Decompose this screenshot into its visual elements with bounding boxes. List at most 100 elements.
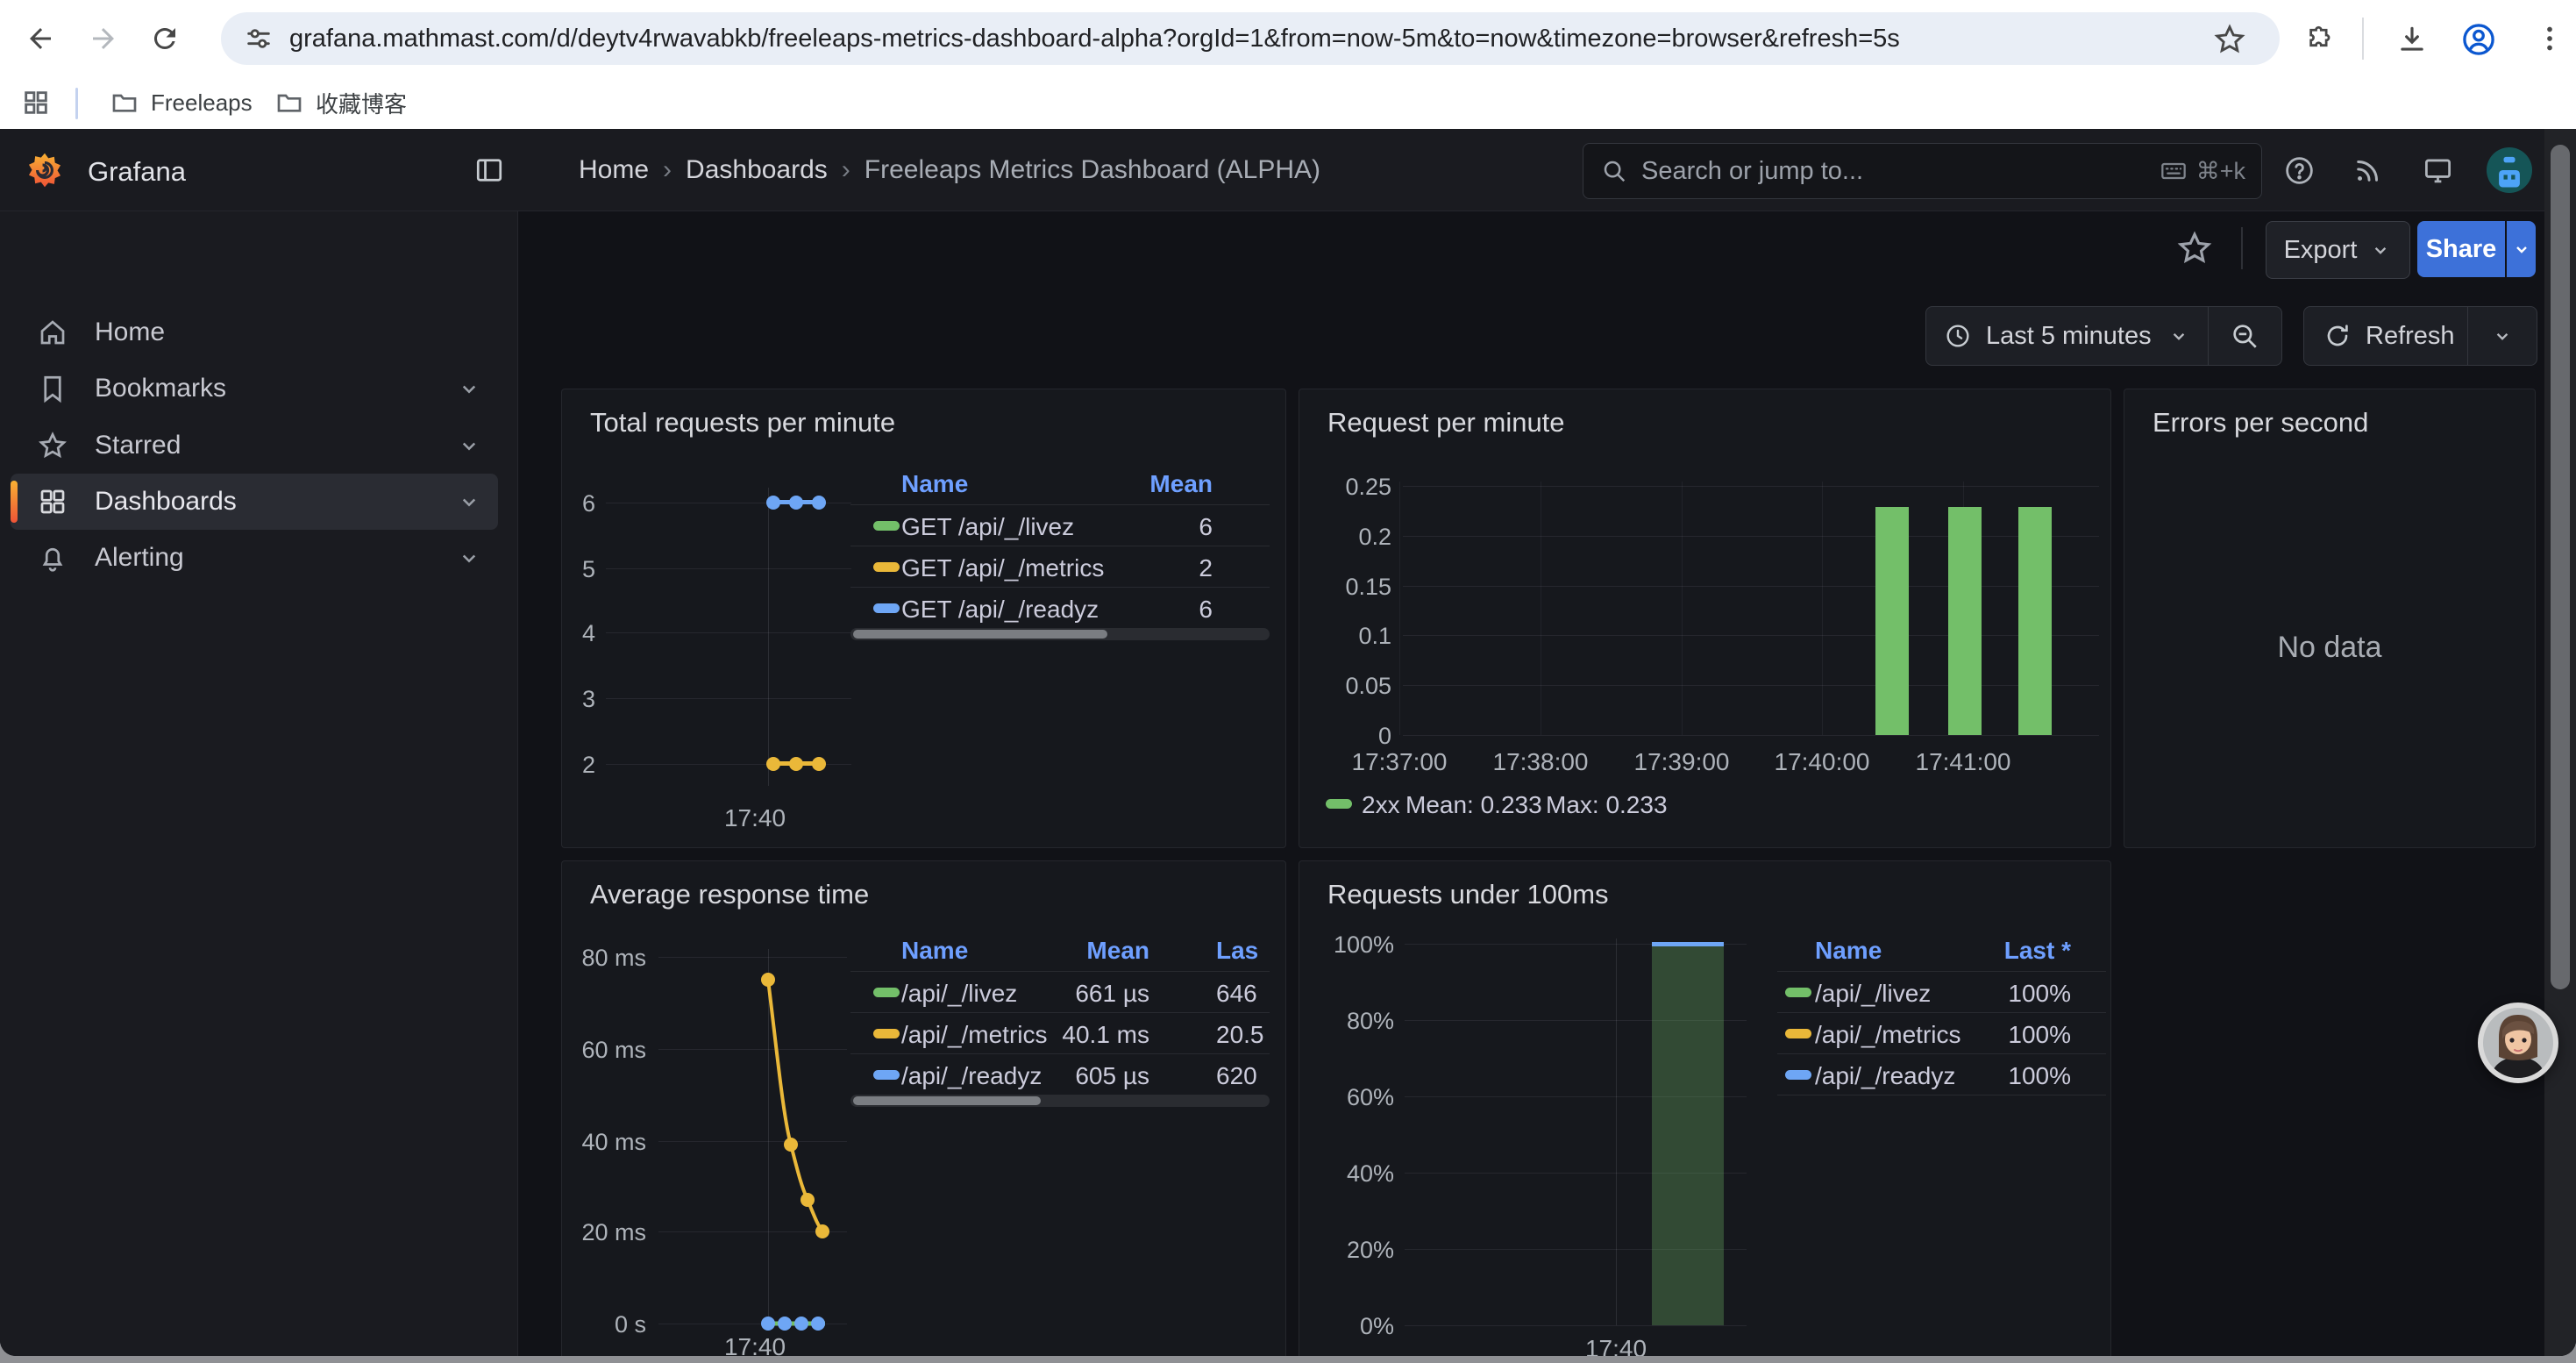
mega-menu-toggle[interactable] — [473, 154, 505, 186]
panel-left-icon — [473, 154, 505, 186]
zoom-out-button[interactable] — [2209, 321, 2281, 351]
sidebar-item-alerting[interactable]: Alerting — [11, 530, 498, 586]
panel-total-requests[interactable]: Total requests per minute 6 5 4 3 2 — [561, 389, 1286, 848]
refresh-button[interactable]: Refresh — [2303, 306, 2537, 366]
sidebar-item-bookmarks[interactable]: Bookmarks — [11, 360, 498, 417]
legend-series-name[interactable]: GET /api/_/livez — [901, 513, 1074, 541]
legend-scrollbar-thumb[interactable] — [853, 630, 1107, 639]
legend-col-name[interactable]: Name — [901, 470, 968, 498]
y-tick: 3 — [562, 686, 595, 713]
favorite-dashboard-button[interactable] — [2176, 230, 2213, 267]
bookmark-folder-blogs[interactable]: 收藏博客 — [263, 82, 419, 123]
extensions-button[interactable] — [2302, 23, 2336, 56]
search-input[interactable]: Search or jump to... ⌘+k — [1583, 143, 2262, 199]
assistant-avatar[interactable] — [2478, 1003, 2558, 1083]
search-icon — [1601, 158, 1627, 184]
series-color-pill[interactable] — [1785, 1070, 1811, 1080]
breadcrumb-dashboards[interactable]: Dashboards — [686, 155, 828, 185]
star-icon — [37, 430, 68, 461]
browser-menu-button[interactable] — [2534, 23, 2565, 54]
refresh-interval-button[interactable] — [2468, 325, 2537, 347]
forward-button[interactable] — [88, 23, 119, 54]
export-button[interactable]: Export — [2266, 221, 2410, 279]
grafana-logo[interactable] — [26, 152, 63, 189]
x-tick: 17:37:00 — [1338, 748, 1461, 776]
legend-scrollbar[interactable] — [850, 1095, 1270, 1107]
legend-col-mean[interactable]: Mean — [1062, 470, 1213, 498]
legend-col-last[interactable]: Last * — [1913, 937, 2071, 965]
y-tick: 0.25 — [1299, 474, 1391, 501]
y-tick: 60% — [1299, 1084, 1394, 1111]
legend-scrollbar-thumb[interactable] — [853, 1096, 1041, 1105]
help-button[interactable] — [2283, 154, 2316, 187]
series-color-pill[interactable] — [873, 521, 900, 531]
x-tick: 17:40 — [707, 804, 803, 832]
chevron-down-icon[interactable] — [456, 432, 482, 459]
series-color-pill[interactable] — [873, 1070, 900, 1080]
chevron-down-icon — [2369, 239, 2392, 261]
sidebar-item-dashboards[interactable]: Dashboards — [11, 474, 498, 530]
legend-col-name[interactable]: Name — [1815, 937, 1882, 965]
bookmark-folder-freeleaps[interactable]: Freeleaps — [98, 82, 265, 123]
panel-request-per-minute[interactable]: Request per minute 0.25 0.2 0.15 0.1 0.0… — [1299, 389, 2111, 848]
legend-series-name[interactable]: 2xx — [1362, 791, 1400, 819]
series-color-pill[interactable] — [1785, 1029, 1811, 1038]
y-tick: 80% — [1299, 1008, 1394, 1035]
screen-button[interactable] — [2422, 154, 2454, 187]
y-tick: 6 — [562, 490, 595, 517]
legend-scrollbar[interactable] — [850, 628, 1270, 640]
page-scrollbar-thumb[interactable] — [2551, 145, 2570, 989]
panel-requests-under-100ms[interactable]: Requests under 100ms 100% 80% 60% 40% 20… — [1299, 860, 2111, 1356]
breadcrumb: Home › Dashboards › Freeleaps Metrics Da… — [579, 155, 1320, 185]
search-placeholder: Search or jump to... — [1641, 157, 1863, 186]
toolbar-separator — [2362, 18, 2364, 60]
bookmark-star-button[interactable] — [2213, 23, 2246, 56]
profile-button[interactable] — [2460, 21, 2497, 58]
active-item-accent — [11, 481, 18, 523]
legend-col-name[interactable]: Name — [901, 937, 968, 965]
chevron-down-icon[interactable] — [456, 375, 482, 402]
site-settings-icon[interactable] — [244, 24, 274, 54]
panel-errors-per-second[interactable]: Errors per second No data — [2124, 389, 2536, 848]
user-avatar[interactable] — [2487, 147, 2532, 193]
legend-col-mean[interactable]: Mean — [1000, 937, 1149, 965]
panel-avg-response-time[interactable]: Average response time 80 ms 60 ms 40 ms … — [561, 860, 1286, 1356]
address-bar[interactable]: grafana.mathmast.com/d/deytv4rwavabkb/fr… — [221, 12, 2280, 65]
share-menu-button[interactable] — [2507, 221, 2536, 277]
series-color-pill[interactable] — [873, 1029, 900, 1038]
sidebar-item-home[interactable]: Home — [11, 304, 498, 360]
share-button[interactable]: Share — [2417, 221, 2505, 277]
breadcrumb-separator: › — [649, 155, 686, 185]
data-point — [766, 757, 780, 771]
avatar-girl-illustration — [2483, 1008, 2553, 1078]
y-tick: 100% — [1299, 931, 1394, 959]
series-color-pill[interactable] — [1785, 988, 1811, 997]
time-range-label: Last 5 minutes — [1986, 322, 2152, 351]
zoom-out-icon — [2230, 321, 2259, 351]
series-color-pill[interactable] — [873, 562, 900, 572]
chevron-down-icon[interactable] — [456, 545, 482, 571]
folder-icon — [275, 89, 303, 117]
y-tick: 2 — [562, 752, 595, 779]
news-button[interactable] — [2352, 154, 2384, 187]
chevron-down-icon[interactable] — [456, 489, 482, 515]
gridline — [606, 698, 851, 699]
reload-button[interactable] — [149, 23, 181, 54]
series-color-pill[interactable] — [1326, 799, 1352, 809]
sidebar-item-starred[interactable]: Starred — [11, 417, 498, 474]
gridline — [1403, 486, 2099, 487]
downloads-button[interactable] — [2395, 23, 2429, 56]
url-text[interactable]: grafana.mathmast.com/d/deytv4rwavabkb/fr… — [289, 25, 1900, 54]
legend-col-last[interactable]: Las — [1216, 937, 1258, 965]
time-range-picker[interactable]: Last 5 minutes — [1925, 306, 2282, 366]
breadcrumb-home[interactable]: Home — [579, 155, 649, 185]
y-tick: 20% — [1299, 1237, 1394, 1264]
refresh-icon — [2323, 322, 2352, 350]
series-color-pill[interactable] — [873, 988, 900, 997]
back-button[interactable] — [25, 23, 56, 54]
gridline-17-40 — [1616, 938, 1617, 1325]
series-color-pill[interactable] — [873, 603, 900, 613]
sidebar-item-label: Home — [95, 318, 165, 347]
apps-grid-button[interactable] — [21, 88, 51, 118]
gridline — [606, 632, 851, 633]
